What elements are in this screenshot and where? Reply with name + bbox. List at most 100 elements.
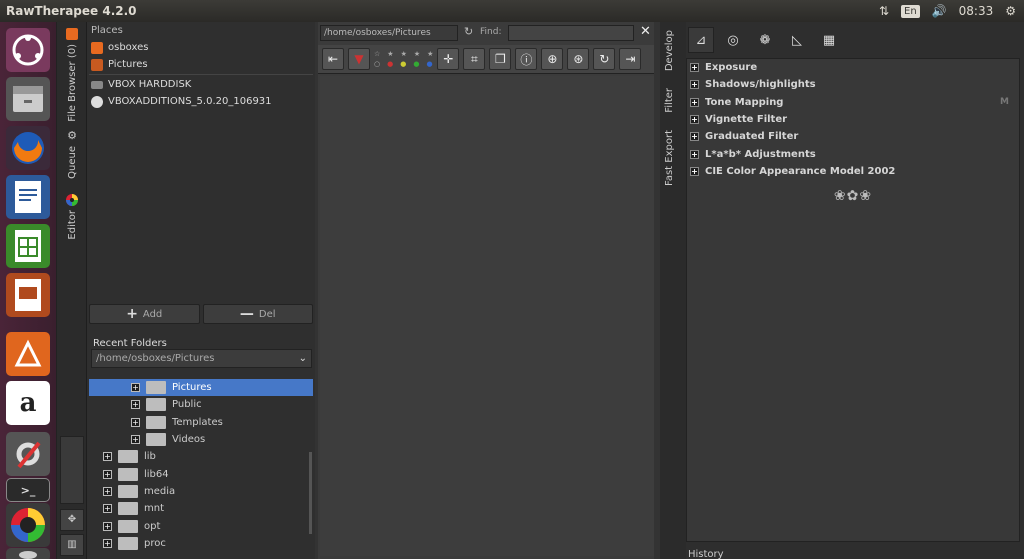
- copy-profile-icon[interactable]: ❐: [489, 48, 512, 70]
- tool-vignette-filter[interactable]: + Vignette Filter: [687, 111, 1019, 128]
- tool-lab-adjustments[interactable]: + L*a*b* Adjustments: [687, 145, 1019, 162]
- collapse-right-icon[interactable]: ⇥: [619, 48, 642, 70]
- tool-graduated-filter[interactable]: + Graduated Filter: [687, 128, 1019, 145]
- move-icon[interactable]: ✥: [60, 509, 84, 531]
- tab-file-browser-label: File Browser (0): [66, 44, 78, 122]
- transform-tab-icon[interactable]: ◺: [784, 27, 810, 53]
- clock[interactable]: 08:33: [959, 4, 994, 18]
- tool-exposure[interactable]: + Exposure: [687, 59, 1019, 76]
- firefox-icon[interactable]: [6, 126, 50, 170]
- tab-develop[interactable]: Develop: [664, 30, 675, 71]
- terminal-icon[interactable]: >_: [6, 478, 50, 502]
- tab-file-browser[interactable]: File Browser (0): [57, 28, 87, 122]
- tree-item-lib[interactable]: + lib: [89, 448, 313, 465]
- files-icon[interactable]: [6, 77, 50, 121]
- crosshair-icon[interactable]: ✛: [437, 48, 460, 70]
- place-label: VBOX HARDDISK: [108, 79, 192, 90]
- color-tab-icon[interactable]: ❁: [752, 27, 778, 53]
- filter-icon[interactable]: ▼: [348, 48, 370, 70]
- filmstrip-icon[interactable]: ▥: [60, 534, 84, 556]
- expand-icon[interactable]: +: [103, 486, 112, 496]
- zoom-in-icon[interactable]: ⊕: [541, 48, 564, 70]
- place-label: Pictures: [108, 59, 148, 70]
- ubuntu-dash-icon[interactable]: [6, 28, 50, 72]
- raw-tab-icon[interactable]: ▦: [816, 27, 842, 53]
- recent-folders-combo[interactable]: /home/osboxes/Pictures ⌄: [91, 349, 312, 368]
- exposure-tab-icon[interactable]: ⊿: [688, 27, 714, 53]
- find-input[interactable]: [508, 25, 634, 41]
- del-place-button[interactable]: — Del: [202, 304, 313, 324]
- add-place-button[interactable]: + Add: [89, 304, 200, 324]
- top-panel: RawTherapee 4.2.0 ⇅ En 🔊 08:33 ⚙: [0, 0, 1024, 22]
- expand-icon[interactable]: +: [103, 452, 112, 462]
- expand-icon: +: [690, 115, 699, 125]
- expand-icon[interactable]: +: [103, 469, 112, 479]
- unity-launcher: a >_: [0, 22, 57, 559]
- libreoffice-writer-icon[interactable]: [6, 175, 50, 219]
- expand-icon: +: [690, 132, 699, 142]
- tab-fast-export[interactable]: Fast Export: [664, 130, 675, 186]
- network-icon[interactable]: ⇅: [879, 4, 889, 18]
- folder-icon: [118, 484, 138, 498]
- crop-icon[interactable]: ⌗: [463, 48, 486, 70]
- refresh-icon[interactable]: ↻: [464, 25, 473, 38]
- place-vbox-harddisk[interactable]: VBOX HARDDISK: [87, 76, 315, 93]
- harddisk-icon: [91, 80, 103, 89]
- expand-icon[interactable]: +: [131, 435, 140, 445]
- expand-icon[interactable]: +: [103, 504, 112, 514]
- tool-ciecam02[interactable]: + CIE Color Appearance Model 2002: [687, 163, 1019, 180]
- expand-icon[interactable]: +: [131, 400, 140, 410]
- tab-queue[interactable]: ⚙ Queue: [57, 130, 87, 179]
- tab-filter[interactable]: Filter: [664, 88, 675, 113]
- volume-icon[interactable]: 🔊: [932, 4, 947, 18]
- tool-tone-mapping[interactable]: + Tone Mapping M: [687, 94, 1019, 111]
- expand-icon[interactable]: +: [103, 538, 112, 548]
- place-pictures[interactable]: Pictures: [87, 56, 315, 73]
- tab-editor-label: Editor: [66, 210, 78, 240]
- dvd-drive-icon[interactable]: [6, 548, 50, 559]
- tree-item-lib64[interactable]: + lib64: [89, 465, 313, 482]
- place-osboxes[interactable]: osboxes: [87, 39, 315, 56]
- tab-editor[interactable]: Editor: [57, 194, 87, 240]
- software-center-icon[interactable]: [6, 332, 50, 376]
- thumbnail-area[interactable]: [320, 76, 654, 556]
- system-gear-icon[interactable]: ⚙: [1005, 4, 1016, 18]
- tool-shadows-highlights[interactable]: + Shadows/highlights: [687, 76, 1019, 93]
- path-input[interactable]: /home/osboxes/Pictures: [320, 25, 458, 41]
- keyboard-layout-indicator[interactable]: En: [901, 4, 920, 18]
- expand-icon[interactable]: +: [103, 521, 112, 531]
- libreoffice-impress-icon[interactable]: [6, 273, 50, 317]
- tree-item-mnt[interactable]: + mnt: [89, 500, 313, 517]
- tree-scrollbar[interactable]: [309, 452, 312, 534]
- detail-tab-icon[interactable]: ◎: [720, 27, 746, 53]
- tree-item-proc[interactable]: + proc: [89, 535, 313, 552]
- system-settings-icon[interactable]: [6, 432, 50, 476]
- tree-item-templates[interactable]: + Templates: [89, 414, 313, 431]
- path-bar: /home/osboxes/Pictures ↻ Find: ✕: [318, 24, 654, 42]
- folder-icon: [118, 519, 138, 533]
- expand-icon[interactable]: +: [131, 383, 140, 393]
- rawtherapee-icon[interactable]: [6, 503, 50, 547]
- libreoffice-calc-icon[interactable]: [6, 224, 50, 268]
- place-vboxadditions[interactable]: VBOXADDITIONS_5.0.20_106931: [87, 93, 315, 110]
- tool-label: Shadows/highlights: [705, 79, 816, 91]
- collapse-left-icon[interactable]: ⇤: [322, 48, 344, 70]
- find-label: Find:: [480, 27, 502, 37]
- expand-icon[interactable]: +: [131, 417, 140, 427]
- info-icon[interactable]: ⓘ: [515, 48, 538, 70]
- place-label: osboxes: [108, 42, 149, 53]
- tree-item-media[interactable]: + media: [89, 483, 313, 500]
- rating-filter[interactable]: ☆ ★ ★ ★ ★ ○ ● ● ● ●: [374, 50, 433, 68]
- amazon-icon[interactable]: a: [6, 381, 50, 425]
- gear-icon: ⚙: [67, 129, 77, 142]
- tree-item-opt[interactable]: + opt: [89, 517, 313, 534]
- tree-item-videos[interactable]: + Videos: [89, 431, 313, 448]
- tree-item-public[interactable]: + Public: [89, 396, 313, 413]
- zoom-fit-icon[interactable]: ⊛: [567, 48, 590, 70]
- folder-icon: [118, 502, 138, 516]
- tree-item-pictures[interactable]: + Pictures: [89, 379, 313, 397]
- recent-folders-label: Recent Folders: [93, 338, 167, 349]
- rotate-icon[interactable]: ↻: [593, 48, 616, 70]
- close-icon[interactable]: ✕: [640, 24, 651, 39]
- expand-icon: +: [690, 149, 699, 159]
